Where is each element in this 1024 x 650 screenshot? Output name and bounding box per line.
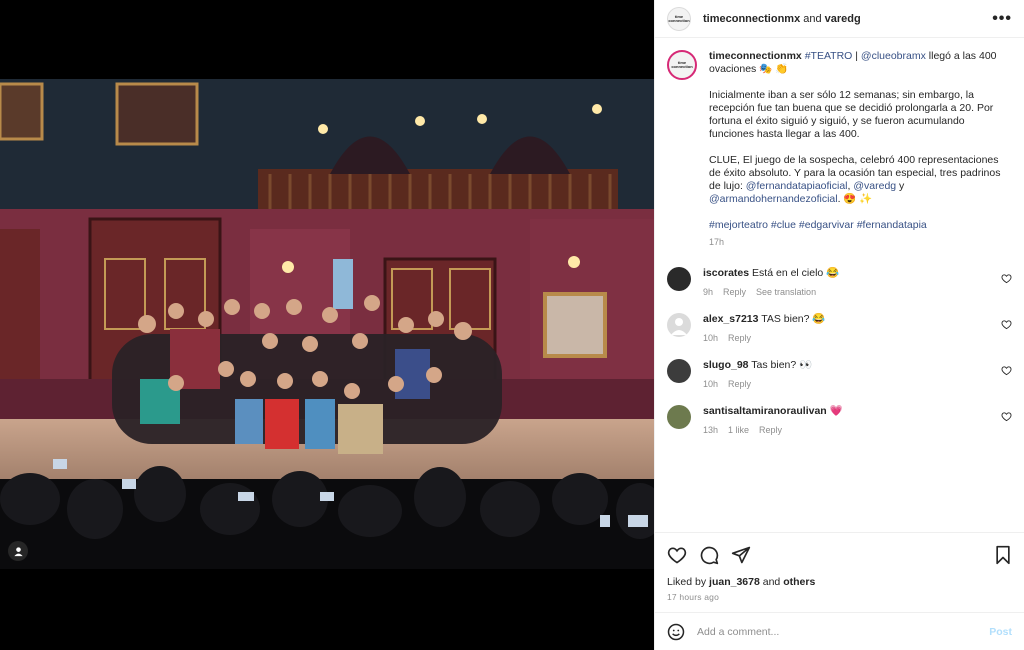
comment-username[interactable]: slugo_98	[703, 359, 749, 371]
caption-paragraph-3: CLUE, El juego de la sospecha, celebró 4…	[709, 154, 1005, 206]
header-user-1[interactable]: timeconnectionmx	[703, 13, 800, 25]
reply-button[interactable]: Reply	[728, 333, 751, 343]
mention-armando-link[interactable]: @armandohernandezoficial	[709, 193, 838, 205]
mention-fernanda-link[interactable]: @fernandatapiaoficial	[746, 180, 848, 192]
comment-body: alex_s7213 TAS bien? 😂 10h Reply	[703, 313, 993, 345]
caption-hashtags: #mejorteatro #clue #edgarvivar #fernanda…	[709, 219, 1005, 232]
post-sidebar: time connection timeconnectionmx and var…	[654, 0, 1024, 650]
caption-username[interactable]: timeconnectionmx	[709, 50, 802, 62]
liked-by-line: Liked by juan_3678 and others	[667, 576, 1012, 588]
add-comment-bar: Post	[655, 612, 1024, 650]
comment-username[interactable]: iscorates	[703, 267, 749, 279]
comment-time: 13h	[703, 425, 719, 435]
comment-meta: 10h Reply	[703, 378, 993, 391]
see-translation-button[interactable]: See translation	[756, 287, 816, 297]
post-media-pane	[0, 0, 654, 650]
comment-item: slugo_98 Tas bien? 👀 10h Reply	[667, 359, 1012, 391]
comment-item: alex_s7213 TAS bien? 😂 10h Reply	[667, 313, 1012, 345]
more-options-button[interactable]: •••	[992, 10, 1012, 28]
comment-meta: 9h Reply See translation	[703, 286, 993, 299]
liked-by-others[interactable]: others	[783, 576, 815, 588]
comment-text: Está en el cielo 😂	[752, 267, 840, 279]
liked-by-prefix: Liked by	[667, 576, 710, 588]
post-header: time connection timeconnectionmx and var…	[655, 0, 1024, 38]
comment-text: TAS bien? 😂	[761, 313, 826, 325]
post-comment-button[interactable]: Post	[989, 626, 1012, 638]
header-usernames: timeconnectionmx and varedg	[703, 13, 861, 25]
emoji-icon[interactable]	[667, 623, 685, 641]
tagged-users-button[interactable]	[8, 541, 28, 561]
comment-body: slugo_98 Tas bien? 👀 10h Reply	[703, 359, 993, 391]
comment-body: santisaltamiranoraulivan 💗 13h 1 like Repl…	[703, 405, 993, 437]
comment-time: 9h	[703, 287, 714, 297]
hashtag-link[interactable]: #edgarvivar	[799, 219, 854, 231]
comment-item: iscorates Está en el cielo 😂 9h Reply See …	[667, 267, 1012, 299]
caption-time: 17h	[709, 237, 725, 247]
caption-separator: |	[852, 50, 861, 62]
caption-paragraph-1: timeconnectionmx #TEATRO | @clueobramx l…	[709, 50, 1005, 76]
comments-section[interactable]: time connection timeconnectionmx #TEATRO…	[655, 38, 1024, 532]
comment-avatar[interactable]	[667, 359, 691, 383]
comment-like-icon[interactable]	[1001, 319, 1012, 330]
comment-likes-count[interactable]: 1 like	[728, 425, 749, 435]
mention-clue-link[interactable]: @clueobramx	[861, 50, 926, 62]
comment-meta: 13h 1 like Reply	[703, 424, 993, 437]
header-user-2[interactable]: varedg	[825, 13, 861, 25]
comment-username[interactable]: alex_s7213	[703, 313, 758, 325]
caption-para3-end: . 😍 ✨	[837, 193, 873, 205]
liked-by-user[interactable]: juan_3678	[709, 576, 760, 588]
share-paper-plane-icon[interactable]	[731, 545, 751, 565]
caption-avatar[interactable]: time connection	[667, 50, 697, 80]
hashtag-link[interactable]: #mejorteatro	[709, 219, 768, 231]
default-avatar-icon	[671, 318, 687, 335]
header-avatar[interactable]: time connection	[667, 6, 691, 31]
post-timestamp: 17 hours ago	[667, 592, 720, 602]
comment-avatar-default[interactable]	[667, 313, 691, 337]
caption-paragraph-2: Inicialmente iban a ser sólo 12 semanas;…	[709, 89, 994, 140]
comment-like-icon[interactable]	[1001, 365, 1012, 376]
user-icon	[13, 546, 23, 556]
liked-by-and: and	[759, 576, 784, 588]
avatar-logo-text: time connection	[668, 13, 690, 23]
action-icons-row	[667, 543, 1012, 567]
comment-input[interactable]	[695, 624, 990, 639]
comment-time: 10h	[703, 333, 719, 343]
caption-and: y	[896, 180, 905, 192]
hashtag-link[interactable]: #fernandatapia	[857, 219, 927, 231]
comment-bubble-icon[interactable]	[699, 545, 719, 565]
comment-meta: 10h Reply	[703, 332, 993, 345]
like-heart-icon[interactable]	[667, 545, 687, 565]
reply-button[interactable]: Reply	[723, 287, 746, 297]
save-bookmark-icon[interactable]	[994, 545, 1012, 565]
comment-username[interactable]: santisaltamiranoraulivan	[703, 405, 827, 417]
comment-avatar[interactable]	[667, 267, 691, 291]
comment-like-icon[interactable]	[1001, 273, 1012, 284]
comment-text: 💗	[829, 405, 843, 417]
caption-body: timeconnectionmx #TEATRO | @clueobramx l…	[709, 50, 1005, 249]
mention-varedg-link[interactable]: @varedg	[853, 180, 896, 192]
comment-avatar[interactable]	[667, 405, 691, 429]
comment-body: iscorates Está en el cielo 😂 9h Reply See …	[703, 267, 993, 299]
comment-like-icon[interactable]	[1001, 411, 1012, 422]
post-photo[interactable]	[0, 79, 654, 569]
reply-button[interactable]: Reply	[759, 425, 782, 435]
comment-time: 10h	[703, 379, 719, 389]
reply-button[interactable]: Reply	[728, 379, 751, 389]
post-actions: Liked by juan_3678 and others 17 hours a…	[655, 532, 1024, 612]
theater-cast-photo	[0, 79, 654, 569]
caption-avatar-logo-text: time connection	[671, 60, 693, 69]
hashtag-link[interactable]: #clue	[771, 219, 796, 231]
hashtag-teatro-link[interactable]: #TEATRO	[805, 50, 853, 62]
header-joiner: and	[800, 12, 825, 25]
comment-item: santisaltamiranoraulivan 💗 13h 1 like Repl…	[667, 405, 1012, 437]
post-caption: time connection timeconnectionmx #TEATRO…	[667, 50, 1012, 249]
comment-text: Tas bien? 👀	[751, 359, 813, 371]
